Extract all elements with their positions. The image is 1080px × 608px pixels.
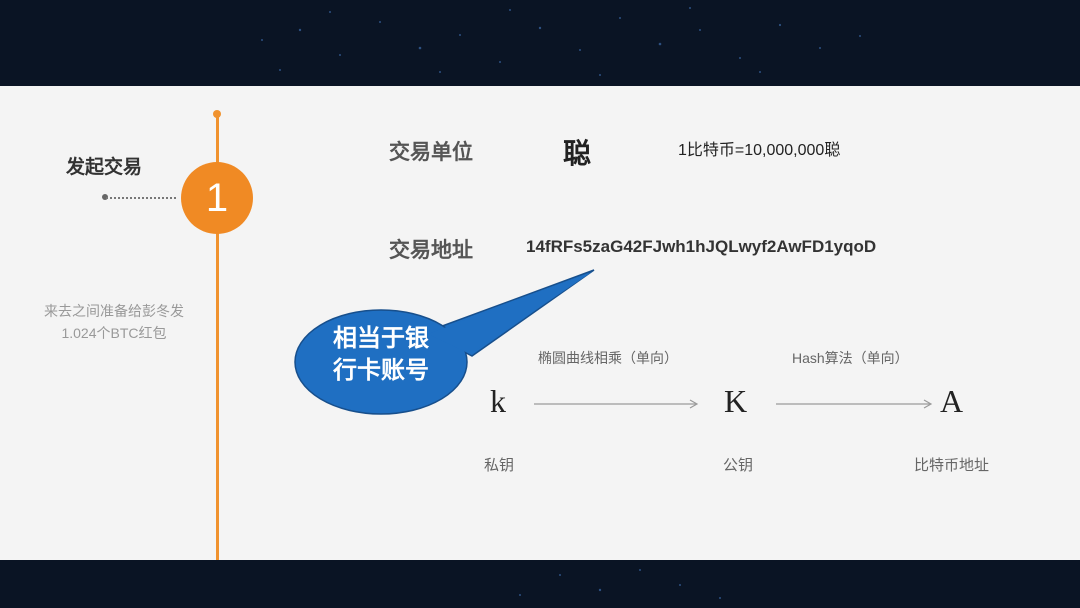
callout-line-1: 相当于银 (333, 325, 429, 352)
edge-label-elliptic-curve: 椭圆曲线相乘（单向） (538, 350, 678, 366)
step-description: 来去之间准备给彭冬发1.024个BTC红包 (44, 303, 184, 341)
public-key-label: 公钥 (723, 457, 754, 474)
edge-label-hash: Hash算法（单向） (792, 350, 909, 366)
arrow-private-to-public (534, 399, 699, 409)
unit-label: 交易单位 (389, 141, 473, 164)
unit-value: 聪 (563, 138, 592, 169)
unit-conversion-note: 1比特币=10,000,000聪 (678, 142, 841, 159)
content-panel: 发起交易 1 来去之间准备给彭冬发1.024个BTC红包 交易单位 聪 1比特币… (0, 86, 1080, 560)
bitcoin-address-label: 比特币地址 (914, 457, 990, 474)
step-title: 发起交易 (66, 157, 143, 178)
callout-text: 相当于银 行卡账号 (300, 323, 462, 387)
public-key-symbol: K (724, 383, 748, 419)
timeline-top-dot (213, 110, 221, 118)
address-label: 交易地址 (389, 239, 473, 262)
address-value: 14fRFs5zaG42FJwh1hJQLwyf2AwFD1yqoD (526, 237, 877, 256)
private-key-symbol: k (490, 383, 506, 419)
address-symbol: A (940, 383, 964, 419)
step-number-badge: 1 (181, 162, 253, 234)
arrow-public-to-address (776, 399, 933, 409)
step-connector (106, 197, 176, 199)
callout-line-2: 行卡账号 (333, 357, 429, 384)
private-key-label: 私钥 (484, 457, 515, 474)
